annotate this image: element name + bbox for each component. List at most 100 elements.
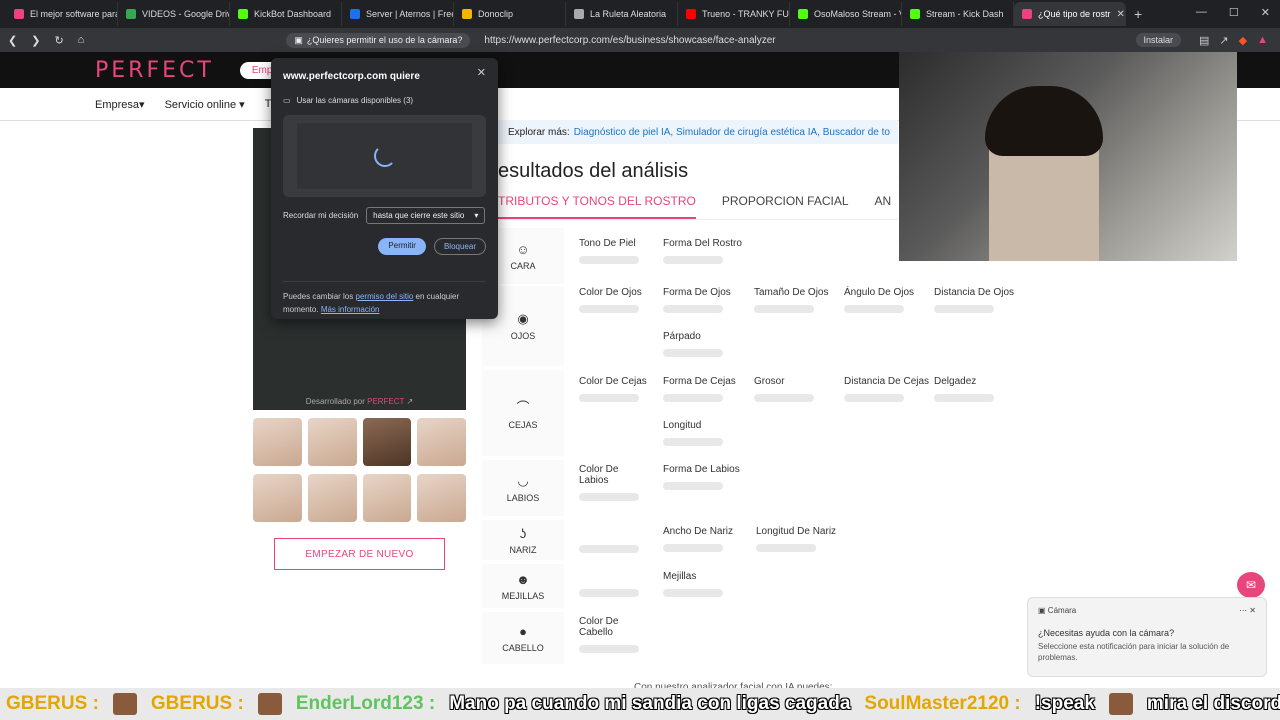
toast-title: Cámara [1047, 606, 1077, 615]
attr-mejillas: Mejillas [663, 571, 723, 597]
attr-color-de-labios: Color De Labios [579, 464, 639, 501]
sample-face[interactable] [417, 474, 466, 522]
browser-tab[interactable]: El mejor software para [6, 2, 118, 26]
permission-chip-label: ¿Quieres permitir el uso de la cámara? [306, 35, 463, 45]
attr-label: Ancho De Nariz [663, 526, 734, 537]
camera-help-toast[interactable]: ▣ Cámara ⋯ ✕ ¿Necesitas ayuda con la cám… [1027, 597, 1267, 677]
more-info-link[interactable]: Más información [321, 305, 380, 314]
restart-button[interactable]: EMPEZAR DE NUEVO [274, 538, 445, 570]
maximize-icon[interactable]: ☐ [1229, 6, 1239, 19]
browser-tab[interactable]: Trueno - TRANKY FUN [678, 2, 790, 26]
allow-button[interactable]: Permitir [378, 238, 426, 255]
lips-icon: ◡ [517, 473, 529, 488]
browser-tab[interactable]: Stream - Kick Dash [902, 2, 1014, 26]
sample-face[interactable] [362, 474, 412, 522]
browser-tab[interactable]: Donoclip [454, 2, 566, 26]
browser-tab[interactable]: KickBot Dashboard [230, 2, 342, 26]
camera-option-label: Usar las cámaras disponibles (3) [296, 96, 414, 105]
url-input[interactable]: https://www.perfectcorp.com/es/business/… [484, 35, 775, 46]
category-labios: ◡ LABIOS [482, 460, 564, 516]
hair-icon: ● [519, 623, 527, 639]
more-icon[interactable]: ⋯ [1239, 606, 1247, 615]
category-nariz: ʖ NARIZ [482, 520, 564, 560]
attr-label: Forma De Cejas [663, 376, 736, 387]
rewards-icon[interactable]: ▲ [1257, 34, 1268, 47]
sample-face[interactable] [307, 474, 357, 522]
attr-label: Forma De Ojos [663, 287, 731, 298]
category-cejas: ⌒ CEJAS [482, 370, 564, 456]
sample-face[interactable] [253, 418, 302, 466]
eye-icon: ◉ [517, 311, 529, 326]
back-icon[interactable]: ❮ [8, 34, 17, 47]
sample-face[interactable] [362, 418, 412, 466]
attr-placeholder [663, 305, 723, 313]
category-label: NARIZ [509, 544, 537, 555]
camera-icon: ▭ [283, 96, 291, 105]
tab-favicon-icon [574, 9, 584, 19]
perfect-logo[interactable]: PERFECT [95, 58, 214, 83]
browser-tab[interactable]: Server | Aternos | Free [342, 2, 454, 26]
new-tab-icon[interactable]: + [1134, 6, 1142, 22]
share-icon[interactable]: ↗ [1219, 34, 1228, 47]
explore-links[interactable]: Diagnóstico de piel IA, Simulador de cir… [574, 127, 890, 138]
nav-item-servicio[interactable]: Servicio online ▾ [165, 98, 245, 111]
nav-item-empresa[interactable]: Empresa▾ [95, 98, 145, 111]
attr-label: Color De Ojos [579, 287, 642, 298]
browser-tab[interactable]: OsoMaloso Stream - V [790, 2, 902, 26]
install-button[interactable]: Instalar [1135, 33, 1182, 47]
attr-label: Párpado [663, 331, 701, 342]
streamer-hair [985, 86, 1103, 156]
attr-longitud-de-nariz: Longitud De Nariz [756, 526, 836, 552]
camera-option[interactable]: ▭ Usar las cámaras disponibles (3) [283, 96, 486, 105]
tab-partial[interactable]: AN [875, 194, 892, 219]
attr-label: Tamaño De Ojos [754, 287, 829, 298]
close-window-icon[interactable]: ✕ [1261, 6, 1270, 19]
attr-placeholder [579, 545, 639, 553]
remember-select[interactable]: hasta que cierre este sitio ▾ [366, 207, 486, 224]
minimize-icon[interactable]: — [1196, 6, 1207, 19]
close-icon[interactable]: ✕ [1249, 606, 1256, 615]
mail-icon: ✉ [1245, 578, 1257, 592]
close-tab-icon[interactable]: ✕ [1117, 9, 1125, 20]
tab-favicon-icon [910, 9, 920, 19]
site-permission-link[interactable]: permiso del sitio [356, 292, 414, 301]
browser-tab-active[interactable]: ¿Qué tipo de rostr ✕ [1014, 2, 1126, 26]
close-icon[interactable]: ✕ [477, 66, 486, 79]
attr-placeholder [844, 394, 904, 402]
brave-shield-icon[interactable]: ◆ [1239, 34, 1247, 47]
tab-attributes[interactable]: TRIBUTOS Y TONOS DEL ROSTRO [498, 194, 696, 219]
tab-proportion[interactable]: PROPORCION FACIAL [722, 194, 849, 219]
tab-favicon-icon [126, 9, 136, 19]
toast-header: ▣ Cámara ⋯ ✕ [1038, 606, 1256, 615]
category-label: CABELLO [502, 642, 544, 653]
camera-permission-chip[interactable]: ▣ ¿Quieres permitir el uso de la cámara? [286, 32, 471, 48]
sample-face[interactable] [417, 418, 466, 466]
browser-tab[interactable]: La Ruleta Aleatoria [566, 2, 678, 26]
window-controls: — ☐ ✕ [1196, 6, 1270, 19]
home-icon[interactable]: ⌂ [78, 34, 85, 46]
powered-by-credit[interactable]: Desarrollado por PERFECT ↗ [253, 397, 466, 406]
extension-icon[interactable]: ▤ [1199, 34, 1209, 47]
reload-icon[interactable]: ↻ [54, 34, 63, 47]
chat-username: GBERUS : [150, 693, 244, 714]
attr-label: Tono De Piel [579, 238, 636, 249]
forward-icon[interactable]: ❯ [31, 34, 40, 47]
tab-bar: El mejor software para VIDEOS - Google D… [0, 0, 1280, 28]
remember-label: Recordar mi decisión [283, 211, 359, 220]
browser-tab[interactable]: VIDEOS - Google Drive [118, 2, 230, 26]
camera-preview [283, 115, 486, 197]
attr-placeholder [663, 394, 723, 402]
category-label: CEJAS [508, 419, 538, 430]
tab-label: Stream - Kick Dash [926, 9, 1004, 19]
block-button[interactable]: Bloquear [433, 238, 486, 255]
chat-button[interactable]: ✉ [1237, 572, 1265, 598]
sample-face[interactable] [307, 418, 357, 466]
tab-label: Donoclip [478, 9, 514, 19]
install-label: Instalar [1143, 35, 1174, 45]
attr-placeholder [579, 645, 639, 653]
attr-label: Color De Cejas [579, 376, 647, 387]
tab-favicon-icon [350, 9, 360, 19]
attr-placeholder [756, 544, 816, 552]
sample-face[interactable] [253, 474, 302, 522]
category-label: MEJILLAS [501, 590, 545, 601]
